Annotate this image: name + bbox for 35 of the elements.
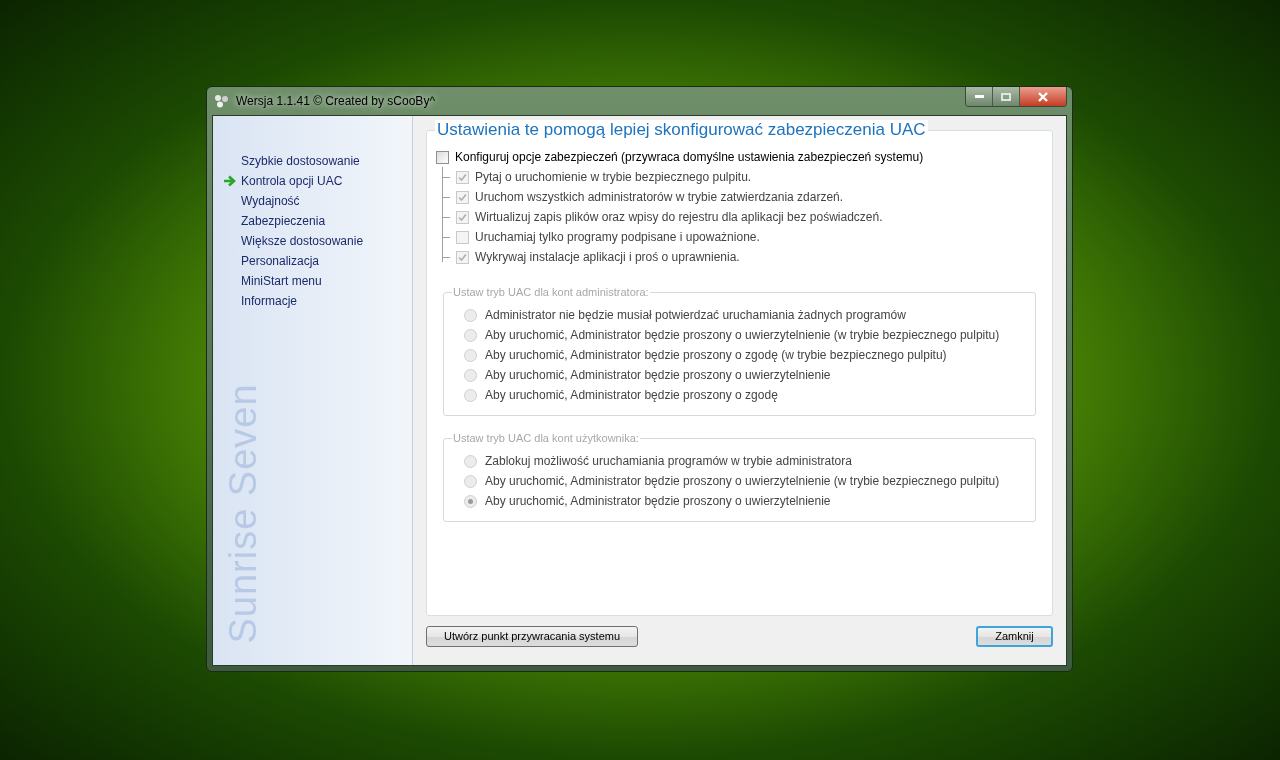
option-label: Pytaj o uruchomienie w trybie bezpiecznego pulpitu. bbox=[475, 169, 752, 186]
option-label: Zablokuj możliwość uruchamiania programów w trybie administratora bbox=[485, 453, 852, 470]
sidebar-item[interactable]: Większe dostosowanie bbox=[241, 232, 364, 250]
option-label: Aby uruchomić, Administrator będzie proszony o uwierzytelnienie bbox=[485, 493, 831, 510]
group-legend: Ustaw tryb UAC dla kont użytkownika: bbox=[452, 431, 640, 445]
sidebar-item[interactable]: Personalizacja bbox=[241, 252, 320, 270]
sidebar-item[interactable]: Informacje bbox=[241, 292, 298, 310]
option-label: Konfiguruj opcje zabezpieczeń (przywraca domyślne ustawienia zabezpieczeń systemu) bbox=[455, 149, 924, 166]
sidebar-item[interactable]: MiniStart menu bbox=[241, 272, 322, 290]
sidebar-item[interactable]: Wydajność bbox=[241, 192, 300, 210]
option-label: Aby uruchomić, Administrator będzie proszony o uwierzytelnienie (w trybie bezpiecznego pulpitu) bbox=[485, 327, 1000, 344]
maximize-button[interactable] bbox=[993, 87, 1020, 106]
check-icon bbox=[458, 252, 467, 262]
group-legend: Ustaw tryb UAC dla kont administratora: bbox=[452, 285, 650, 299]
close-button[interactable] bbox=[1020, 87, 1066, 106]
option-label: Aby uruchomić, Administrator będzie proszony o uwierzytelnienie (w trybie bezpiecznego pulpitu) bbox=[485, 473, 1000, 490]
option-label: Administrator nie będzie musiał potwierdzać uruchamiania żadnych programów bbox=[485, 307, 906, 324]
option-label: Uruchamiaj tylko programy podpisane i upoważnione. bbox=[475, 229, 760, 246]
app-icon bbox=[214, 94, 230, 108]
option-label: Uruchom wszystkich administratorów w trybie zatwierdzania zdarzeń. bbox=[475, 189, 844, 206]
close-icon bbox=[1037, 91, 1049, 102]
sidebar-item[interactable]: Kontrola opcji UAC bbox=[241, 172, 343, 190]
dialog-button[interactable]: Utwórz punkt przywracania systemu bbox=[426, 626, 639, 647]
sidebar-item[interactable]: Zabezpieczenia bbox=[241, 212, 326, 230]
option-label: Aby uruchomić, Administrator będzie proszony o zgodę bbox=[485, 387, 778, 404]
sidebar-item[interactable]: Szybkie dostosowanie bbox=[241, 152, 360, 170]
dialog-button[interactable]: Zamknij bbox=[976, 626, 1053, 647]
minimize-button[interactable] bbox=[966, 87, 993, 106]
option-label: Wirtualizuj zapis plików oraz wpisy do rejestru dla aplikacji bez poświadczeń. bbox=[475, 209, 883, 226]
window-title: Wersja 1.1.41 © Created by sCooBy^ bbox=[236, 93, 435, 110]
option-label: Wykrywaj instalacje aplikacji i proś o uprawnienia. bbox=[475, 249, 740, 266]
option-label: Aby uruchomić, Administrator będzie proszony o zgodę (w trybie bezpiecznego pulpitu) bbox=[485, 347, 947, 364]
option-label: Aby uruchomić, Administrator będzie proszony o uwierzytelnienie bbox=[485, 367, 831, 384]
checkbox[interactable] bbox=[436, 150, 449, 164]
panel-heading: Ustawienia te pomogą lepiej skonfigurować zabezpieczenia UAC bbox=[435, 120, 928, 140]
